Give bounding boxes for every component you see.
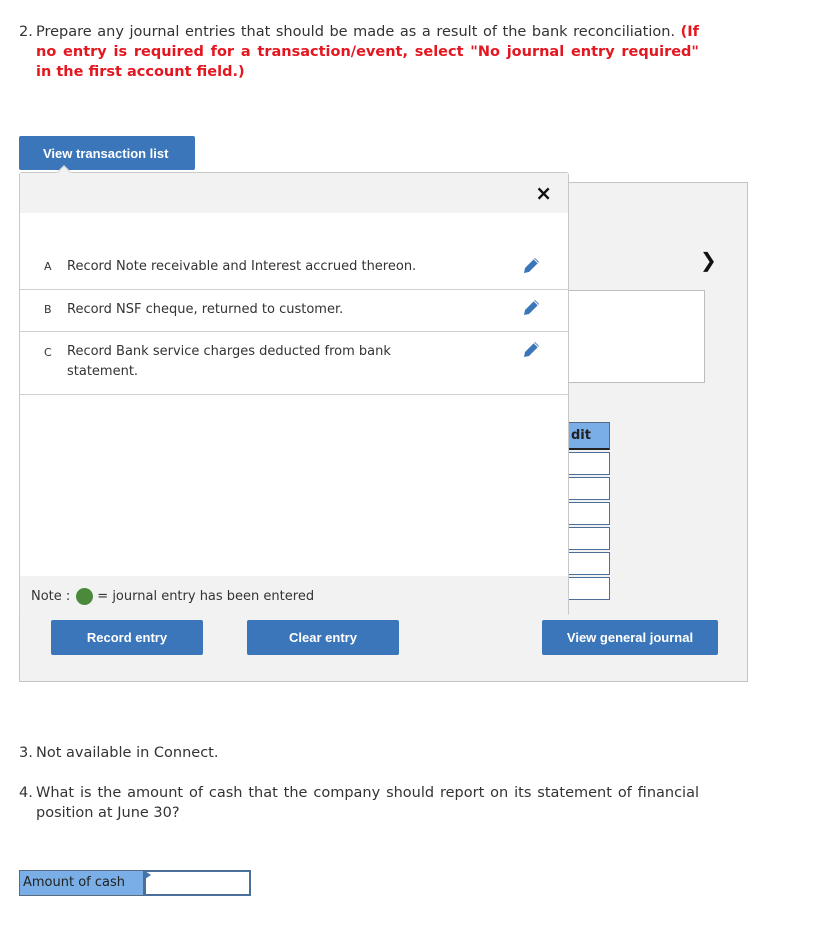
close-icon[interactable]: ×	[535, 181, 552, 205]
pencil-icon[interactable]	[522, 297, 542, 317]
note-text: = journal entry has been entered	[97, 588, 315, 604]
input-marker-icon	[145, 871, 151, 879]
credit-input[interactable]	[568, 452, 610, 475]
note: Note : = journal entry has been entered	[20, 576, 568, 616]
amount-of-cash-input[interactable]	[144, 870, 251, 896]
question-text: Prepare any journal entries that should …	[36, 24, 676, 40]
transaction-description: Record Bank service charges deducted fro…	[67, 344, 391, 379]
transaction-row: B Record NSF cheque, returned to custome…	[20, 290, 568, 332]
question-number: 4.	[19, 785, 33, 801]
credit-input[interactable]	[568, 527, 610, 550]
transaction-row: A Record Note receivable and Interest ac…	[20, 248, 568, 290]
credit-input[interactable]	[568, 577, 610, 600]
amount-of-cash-label: Amount of cash	[19, 870, 144, 896]
next-arrow-icon[interactable]: ❯	[700, 248, 717, 272]
transaction-letter: C	[44, 346, 52, 359]
pencil-icon[interactable]	[522, 339, 542, 359]
question-text: Not available in Connect.	[36, 745, 219, 761]
question-number: 2.	[19, 24, 33, 40]
transaction-description: Record NSF cheque, returned to customer.	[67, 302, 344, 317]
question-4: 4. What is the amount of cash that the c…	[19, 783, 699, 823]
credit-input[interactable]	[568, 502, 610, 525]
credit-input[interactable]	[568, 477, 610, 500]
transaction-letter: A	[44, 260, 52, 273]
transaction-row: C Record Bank service charges deducted f…	[20, 332, 568, 395]
record-entry-button[interactable]: Record entry	[51, 620, 203, 655]
question-text: What is the amount of cash that the comp…	[36, 785, 699, 821]
note-prefix: Note :	[31, 588, 71, 604]
question-3: 3. Not available in Connect.	[19, 743, 699, 763]
question-2: 2. Prepare any journal entries that shou…	[19, 22, 699, 82]
credit-column: dit	[568, 422, 610, 600]
entered-indicator-icon	[76, 587, 94, 605]
pencil-icon[interactable]	[522, 255, 542, 275]
question-number: 3.	[19, 745, 33, 761]
credit-input[interactable]	[568, 552, 610, 575]
transaction-letter: B	[44, 303, 52, 316]
credit-header: dit	[568, 422, 610, 450]
view-transaction-list-button[interactable]: View transaction list	[19, 136, 195, 170]
popup-header: ×	[20, 173, 568, 213]
transaction-list: A Record Note receivable and Interest ac…	[20, 248, 568, 395]
view-general-journal-button[interactable]: View general journal	[542, 620, 718, 655]
clear-entry-button[interactable]: Clear entry	[247, 620, 399, 655]
transaction-list-popup: × A Record Note receivable and Interest …	[19, 165, 569, 616]
journal-description-box	[568, 290, 705, 383]
transaction-description: Record Note receivable and Interest accr…	[67, 259, 417, 274]
